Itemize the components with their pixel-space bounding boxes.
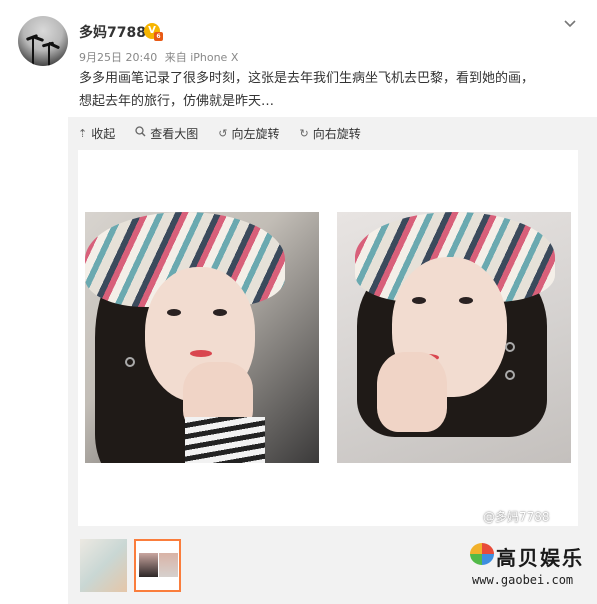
rotate-left-icon: ↺ [218, 126, 228, 140]
rotate-left-button[interactable]: ↺ 向左旋转 [218, 125, 279, 141]
thumbnail-drawing[interactable] [80, 539, 127, 592]
rotate-right-label: 向右旋转 [312, 126, 361, 141]
photo-woman-portrait[interactable] [337, 212, 571, 463]
post-meta: 9月25日 20:40 来自 iPhone X [79, 49, 242, 65]
rotate-right-button[interactable]: ↻ 向右旋转 [299, 125, 360, 141]
collapse-label: 收起 [91, 126, 116, 141]
collapse-button[interactable]: ⇡ 收起 [78, 125, 115, 141]
brand-logo-icon [470, 543, 494, 565]
view-large-label: 查看大图 [150, 126, 199, 141]
brand-name: 高贝娱乐 [496, 546, 584, 570]
media-toolbar: ⇡ 收起 查看大图 ↺ 向左旋转 ↻ 向右旋转 [78, 125, 361, 141]
post-source[interactable]: 来自 iPhone X [165, 51, 239, 64]
arrow-up-icon: ⇡ [78, 126, 88, 140]
avatar[interactable] [18, 16, 68, 66]
post-timestamp[interactable]: 9月25日 20:40 [79, 51, 157, 64]
site-brand-logo: 高贝娱乐 www.gaobei.com [470, 543, 585, 593]
brand-url: www.gaobei.com [472, 573, 574, 587]
username[interactable]: 多妈7788 [79, 22, 146, 42]
rotate-left-label: 向左旋转 [231, 126, 280, 141]
rotate-right-icon: ↻ [299, 126, 309, 140]
thumbnail-photos-selected[interactable] [134, 539, 181, 592]
magnifier-icon [135, 126, 146, 140]
vip-badge-icon[interactable]: V6 [144, 23, 163, 41]
chevron-down-icon[interactable] [563, 17, 577, 31]
photo-girl-portrait[interactable] [85, 212, 319, 463]
view-large-button[interactable]: 查看大图 [135, 125, 198, 141]
post-text-line: 多多用画笔记录了很多时刻，这张是去年我们生病坐飞机去巴黎，看到她的画， [79, 71, 535, 86]
post-text-line: 想起去年的旅行，仿佛就是昨天… [79, 94, 275, 109]
vip-level: 6 [154, 32, 163, 41]
weibo-watermark: @多妈7788 [483, 510, 550, 524]
post-text: 多多用画笔记录了很多时刻，这张是去年我们生病坐飞机去巴黎，看到她的画， 想起去年… [79, 67, 579, 113]
